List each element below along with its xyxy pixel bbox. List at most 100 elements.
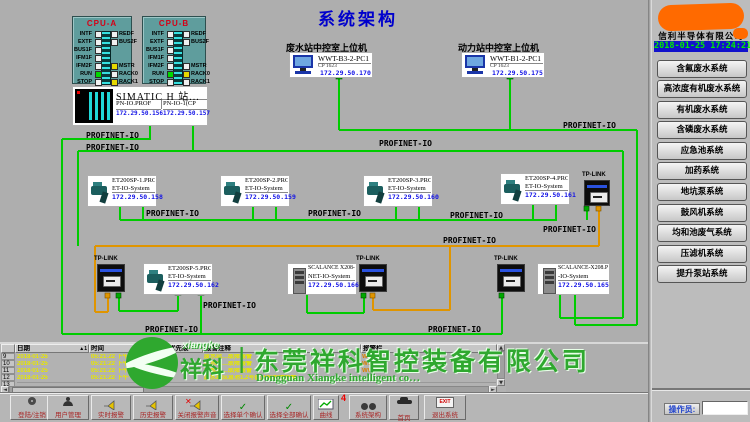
station-if1-name: PN-IO.PROF [116, 100, 162, 109]
tplink-switch-2[interactable] [97, 264, 125, 292]
alarm-row-time[interactable]: 05:21:22 下午 [91, 361, 167, 368]
ack-single-button[interactable]: ✓ 选择单个确认 [221, 395, 265, 420]
user-icon [48, 397, 88, 408]
history-alarm-button[interactable]: 历史报警 [133, 395, 173, 420]
exit-system-button[interactable]: EXIT 退出系统 [424, 395, 466, 420]
tplink-label: TP-LINK [356, 256, 380, 262]
alarm-row-extra[interactable]: WWT… [362, 368, 496, 375]
et-device-icon [504, 179, 522, 201]
scalance-x208-1[interactable]: SCALANCE X208-1.PROFI NET-IO-System 172.… [287, 263, 357, 295]
toolbar-button-label: 实时报警 [92, 409, 130, 419]
col-header-date[interactable]: 日期 ▲1 [15, 344, 89, 353]
alarm-row-date[interactable]: 2018-01-25 [17, 368, 89, 375]
led [95, 79, 102, 86]
user-management-button[interactable]: 用户管理 [47, 395, 89, 420]
home-button[interactable]: 首页 [389, 395, 419, 420]
sidebar-item-high-conc-organic[interactable]: 高浓度有机废水系统 [657, 80, 747, 98]
led [167, 71, 174, 78]
col-header-num[interactable] [1, 344, 15, 353]
alarm-row-date[interactable]: 2018-01-25 [17, 375, 89, 382]
et200sp-3[interactable]: ET200SP-3.PROFIN ET-IO-System 172.29.50.… [363, 175, 433, 207]
ws2-ip: 172.29.50.175 [492, 69, 543, 77]
et200sp-5[interactable]: ET200SP-5.PROFIN ET-IO-System 172.29.50.… [143, 263, 213, 295]
sidebar-item-lift-pump-station[interactable]: 提升泵站系统 [657, 265, 747, 283]
led-label: IFM1F [148, 55, 164, 61]
toolbar-button-label: 退出系统 [425, 409, 465, 419]
led [167, 55, 174, 62]
realtime-alarm-button[interactable]: 实时报警 [91, 395, 131, 420]
led-label: EXTF [78, 39, 92, 45]
col-header-comment[interactable]: 报警注释 [203, 344, 361, 353]
sidebar-item-fluoride-wastewater[interactable]: 含氟废水系统 [657, 60, 747, 78]
alarm-row-priority[interactable]: 3 [169, 354, 203, 361]
alarm-mute-icon: ✕ [176, 397, 218, 408]
led-label: BUS1F [74, 47, 92, 53]
scalance-x208-2[interactable]: SCALANCE-X208.PROFINET -IO-System 172.29… [537, 263, 610, 295]
alarm-row-priority[interactable]: 3 [169, 361, 203, 368]
operator-input[interactable] [702, 401, 748, 415]
sidebar-item-emergency-pool[interactable]: 应急池系统 [657, 142, 747, 160]
system-architecture-button[interactable]: 系统架构 [349, 395, 387, 420]
alarm-row-time[interactable]: 05:21:22 下午 [91, 354, 167, 361]
horizontal-scrollbar-track[interactable] [9, 386, 489, 393]
check-icon: ✓ [285, 402, 293, 413]
et200sp-2[interactable]: ET200SP-2.PROFIN ET-IO-System 172.29.50.… [220, 175, 290, 207]
ws1-box[interactable]: WWT-B3-2-PC1 CP 1623 172.29.50.170 [289, 52, 373, 78]
device-name2: ET-IO-System [525, 183, 568, 191]
sidebar-item-pit-pump[interactable]: 地坑泵系统 [657, 183, 747, 201]
led [111, 39, 118, 46]
alarm-row-empty[interactable] [17, 382, 496, 383]
station-if2-name: PN-IO-1(CP [163, 100, 207, 107]
scalance-icon [293, 268, 306, 294]
alarm-row-extra[interactable]: WWT… [362, 354, 496, 361]
et200sp-4[interactable]: ET200SP-4.PROFIN ET-IO-System 172.29.50.… [500, 173, 570, 205]
led [111, 63, 118, 70]
col-header-extra[interactable]: 报警栏 [361, 344, 497, 353]
ws2-box[interactable]: WWT-B1-2-PC1 CP 1623 172.29.50.175 [461, 52, 545, 78]
tplink-switch-3[interactable] [359, 264, 387, 292]
trend-curve-button[interactable]: 曲线 [313, 395, 339, 420]
plc-rack-image [75, 89, 113, 123]
led-label: BUS1F [146, 47, 164, 53]
cpu-b-title: CPU-B [143, 19, 205, 28]
led [95, 47, 102, 54]
alarm-row-priority[interactable]: 3 [169, 368, 203, 375]
scroll-down-button[interactable]: ▼ [497, 379, 505, 386]
alarm-row-extra[interactable]: WWT… [362, 361, 496, 368]
sidebar-item-filter-press[interactable]: 压滤机系统 [657, 245, 747, 263]
scroll-left-button[interactable]: ◄ [1, 386, 9, 393]
cpu-b-panel[interactable]: CPU-B INTF EXTF BUS1F IFM1F IFM2F RUN ST… [142, 16, 206, 84]
ack-all-button[interactable]: ✓ 选择全部确认 [267, 395, 311, 420]
vertical-scrollbar-track[interactable] [497, 351, 505, 379]
alarm-row-comment[interactable]: 废水站…故障报警 [204, 368, 360, 375]
alarm-row-time[interactable]: 05:21:22 下午 [91, 368, 167, 375]
led [183, 39, 190, 46]
alarm-row-priority[interactable]: 3 [169, 375, 203, 382]
alarm-row-time[interactable]: 05:21:22 下午 [91, 375, 167, 382]
mute-alarm-button[interactable]: ✕ 关闭报警声音 [175, 395, 219, 420]
alarm-row-date[interactable]: 2018-01-25 [17, 361, 89, 368]
col-header-time[interactable]: 时间 ▲2 [89, 344, 167, 353]
simatic-h-station[interactable]: SIMATIC H 站... PN-IO.PROF PN-IO-1(CP 172… [72, 86, 208, 126]
sidebar-item-equalization-gas[interactable]: 均和池废气系统 [657, 224, 747, 242]
cpu-a-panel[interactable]: CPU-A INTF EXTF BUS1F IFM1F IFM2F RUN ST… [72, 16, 132, 84]
alarm-row-comment[interactable]: 废水站…故障报警 [204, 354, 360, 361]
alarm-row-comment[interactable]: 废水站应急池1,2号提升泵故障报警 [204, 375, 360, 382]
tplink-slot [106, 280, 115, 282]
col-header-priority[interactable]: 优先级 [167, 344, 203, 353]
alarm-row-date[interactable]: 2018-01-25 [17, 354, 89, 361]
led [95, 55, 102, 62]
scroll-right-button[interactable]: ► [489, 386, 497, 393]
scroll-up-button[interactable]: ▲ [497, 344, 505, 351]
sidebar-item-blower[interactable]: 鼓风机系统 [657, 204, 747, 222]
sidebar-item-phosphorus-wastewater[interactable]: 含磷废水系统 [657, 121, 747, 139]
tplink-switch-1[interactable] [584, 180, 610, 206]
et200sp-1[interactable]: ET200SP-1.PROFIN ET-IO-System 172.29.50.… [87, 175, 157, 207]
device-name: SCALANCE-X208.PROFINET [558, 265, 608, 273]
tplink-switch-4[interactable] [497, 264, 525, 292]
toolbar-button-label: 用户管理 [48, 409, 88, 419]
sidebar-item-organic-wastewater[interactable]: 有机废水系统 [657, 101, 747, 119]
alarm-row-comment[interactable]: 废水站…故障报警 [204, 361, 360, 368]
led-label: RUN [80, 71, 92, 77]
sidebar-item-dosing[interactable]: 加药系统 [657, 162, 747, 180]
